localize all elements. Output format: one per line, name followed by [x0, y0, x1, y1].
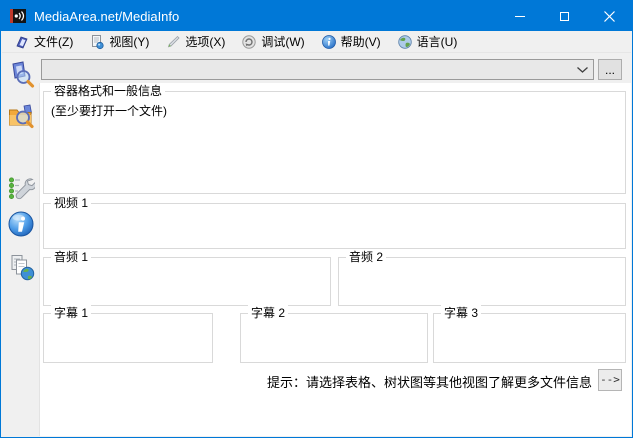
menu-debug-label: 调试(W) [261, 33, 304, 50]
menu-language-label: 语言(U) [417, 33, 458, 50]
export-button[interactable] [5, 250, 36, 284]
caption-buttons [497, 1, 632, 31]
groupbox-video1: 视频 1 [43, 203, 626, 249]
menubar: 文件(Z) 视图(Y) 选项(X [2, 31, 631, 53]
menu-options-label: 选项(X) [185, 33, 225, 50]
groupbox-text3-title: 字幕 3 [441, 305, 481, 322]
file-menu-icon [14, 34, 30, 50]
close-icon [604, 11, 615, 22]
groupbox-video1-title: 视频 1 [51, 195, 91, 212]
menu-options[interactable]: 选项(X) [157, 31, 233, 53]
groupbox-text1: 字幕 1 [43, 313, 213, 363]
mediainfo-window: MediaArea.net/MediaInfo [0, 0, 633, 438]
browse-button[interactable]: ... [598, 59, 622, 80]
menu-debug[interactable]: 调试(W) [233, 31, 312, 53]
about-button[interactable] [5, 207, 36, 241]
minimize-button[interactable] [497, 1, 542, 31]
menu-language[interactable]: 语言(U) [389, 31, 466, 53]
groupbox-general-title: 容器格式和一般信息 [51, 83, 165, 100]
menu-help-label: 帮助(V) [341, 33, 381, 50]
preferences-button[interactable] [5, 170, 36, 204]
view-menu-icon [89, 34, 105, 50]
groupbox-audio2-title: 音频 2 [346, 249, 386, 266]
groupbox-text2: 字幕 2 [240, 313, 428, 363]
menu-help[interactable]: 帮助(V) [313, 31, 389, 53]
groupbox-general: 容器格式和一般信息 (至少要打开一个文件) [43, 91, 626, 194]
open-file-icon [7, 60, 35, 88]
groupbox-audio1-title: 音频 1 [51, 249, 91, 266]
hint-text: 提示：请选择表格、树状图等其他视图了解更多文件信息 [267, 372, 592, 391]
debug-menu-icon [241, 34, 257, 50]
mediainfo-logo-icon [10, 8, 26, 24]
maximize-button[interactable] [542, 1, 587, 31]
close-button[interactable] [587, 1, 632, 31]
minimize-icon [515, 16, 525, 17]
groupbox-text3: 字幕 3 [433, 313, 626, 363]
menu-file[interactable]: 文件(Z) [6, 31, 81, 53]
more-views-button[interactable]: --> [598, 369, 622, 391]
titlebar: MediaArea.net/MediaInfo [1, 1, 632, 31]
file-combobox[interactable] [41, 59, 594, 80]
help-menu-icon [321, 34, 337, 50]
toolbar-sidebar [2, 53, 39, 436]
chevron-down-icon [571, 67, 593, 73]
maximize-icon [560, 12, 569, 21]
export-report-icon [7, 253, 35, 281]
groupbox-audio1: 音频 1 [43, 257, 331, 306]
groupbox-text1-title: 字幕 1 [51, 305, 91, 322]
window-title: MediaArea.net/MediaInfo [34, 9, 179, 24]
options-menu-icon [165, 34, 181, 50]
menu-view-label: 视图(Y) [109, 33, 149, 50]
menu-view[interactable]: 视图(Y) [81, 31, 157, 53]
groupbox-audio2: 音频 2 [338, 257, 626, 306]
open-folder-icon [7, 103, 35, 131]
groupbox-text2-title: 字幕 2 [248, 305, 288, 322]
language-menu-icon [397, 34, 413, 50]
preferences-icon [7, 173, 35, 201]
menu-file-label: 文件(Z) [34, 33, 73, 50]
open-folder-button[interactable] [5, 100, 36, 134]
open-file-button[interactable] [5, 57, 36, 91]
about-info-icon [7, 210, 35, 238]
